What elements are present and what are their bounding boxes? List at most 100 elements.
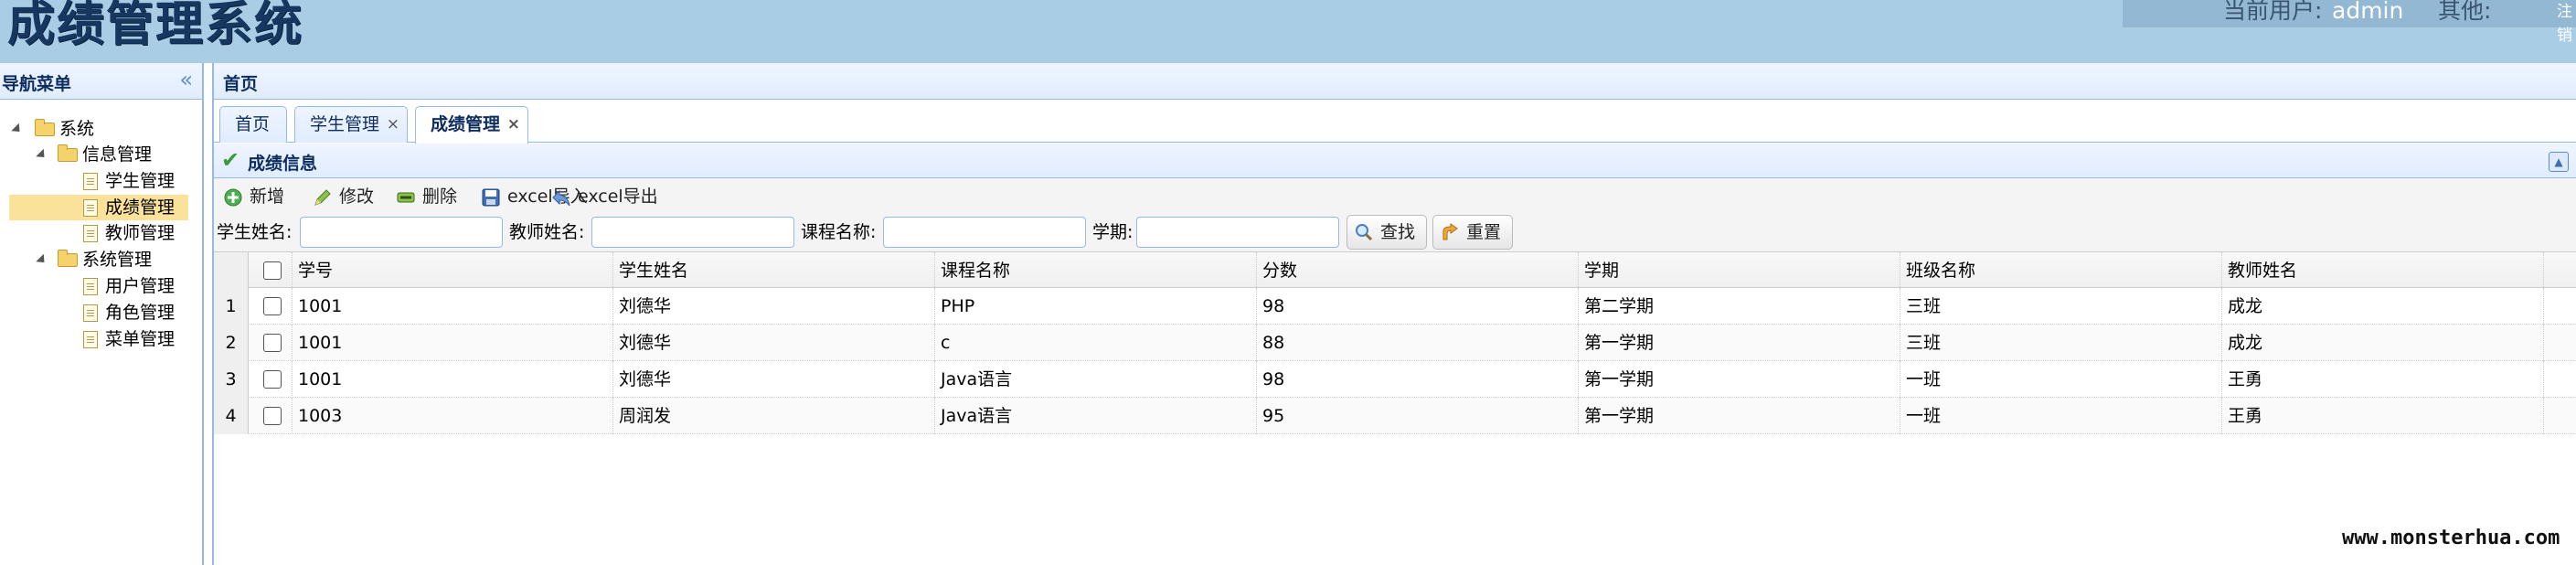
expand-triangle-icon[interactable] bbox=[36, 148, 48, 162]
tree-node-label: 菜单管理 bbox=[105, 329, 176, 349]
tab-student-management[interactable]: 学生管理 × bbox=[294, 106, 408, 143]
add-icon bbox=[224, 188, 242, 207]
table-cell: 成龙 bbox=[2222, 325, 2544, 361]
table-cell: 第一学期 bbox=[1579, 325, 1900, 361]
excel-export-label: excel导出 bbox=[578, 187, 658, 207]
tree-node-system[interactable]: 系统 bbox=[0, 116, 201, 142]
delete-button-label: 删除 bbox=[422, 187, 458, 207]
tree-node-label: 学生管理 bbox=[105, 171, 176, 191]
column-header[interactable]: 班级名称 bbox=[1900, 252, 2222, 289]
tree-node-user-management[interactable]: 用户管理 bbox=[0, 273, 201, 299]
current-user-label: 当前用户: bbox=[2223, 0, 2323, 24]
table-cell: 95 bbox=[1257, 398, 1579, 434]
grid-header-row: 学号 学生姓名 课程名称 分数 学期 班级名称 教师姓名 bbox=[214, 251, 2576, 289]
table-cell: 一班 bbox=[1900, 361, 2222, 398]
tab-content: ✔ 成绩信息 ▲ 新增 修改 删除 excel导入 excel导出 学生姓名: … bbox=[214, 144, 2576, 565]
file-icon bbox=[83, 304, 98, 322]
table-cell: 第一学期 bbox=[1579, 361, 1900, 398]
edit-button-label: 修改 bbox=[339, 187, 375, 207]
course-name-input[interactable] bbox=[883, 217, 1086, 248]
edit-button[interactable]: 修改 bbox=[313, 185, 382, 208]
tree-node-teacher-management[interactable]: 教师管理 bbox=[0, 220, 201, 246]
table-cell: Java语言 bbox=[935, 398, 1257, 434]
tree-node-label: 成绩管理 bbox=[105, 197, 176, 218]
teacher-name-input[interactable] bbox=[591, 217, 794, 248]
table-cell: 周润发 bbox=[613, 398, 935, 434]
table-cell: 三班 bbox=[1900, 288, 2222, 325]
close-icon[interactable]: × bbox=[507, 107, 520, 142]
table-cell: 第一学期 bbox=[1579, 398, 1900, 434]
file-icon bbox=[83, 278, 98, 295]
tab-home[interactable]: 首页 bbox=[219, 106, 287, 143]
row-checkbox[interactable] bbox=[263, 407, 282, 425]
tree-node-label: 系统管理 bbox=[82, 250, 153, 270]
row-number: 2 bbox=[214, 325, 249, 361]
tree-node-role-management[interactable]: 角色管理 bbox=[0, 300, 201, 325]
tree-node-info-management[interactable]: 信息管理 bbox=[0, 142, 201, 167]
table-cell: 98 bbox=[1257, 361, 1579, 398]
table-cell: 98 bbox=[1257, 288, 1579, 325]
student-name-label: 学生姓名: bbox=[217, 222, 293, 242]
main-panel-title: 首页 bbox=[223, 74, 259, 94]
tab-label: 首页 bbox=[235, 114, 271, 134]
term-input[interactable] bbox=[1136, 217, 1339, 248]
minus-icon bbox=[397, 192, 415, 203]
column-header[interactable]: 学期 bbox=[1579, 252, 1900, 289]
table-row[interactable]: 1 1001 刘德华 PHP 98 第二学期 三班 成龙 bbox=[214, 288, 2576, 325]
course-name-label: 课程名称: bbox=[801, 222, 877, 242]
table-cell: 刘德华 bbox=[613, 288, 935, 325]
delete-button[interactable]: 删除 bbox=[396, 185, 465, 208]
table-cell: 一班 bbox=[1900, 398, 2222, 434]
table-cell: 1001 bbox=[292, 288, 613, 325]
student-name-input[interactable] bbox=[300, 217, 503, 248]
tree-node-system-management[interactable]: 系统管理 bbox=[0, 247, 201, 272]
table-cell: 88 bbox=[1257, 325, 1579, 361]
search-button-label: 查找 bbox=[1380, 222, 1416, 242]
folder-icon bbox=[35, 119, 55, 136]
tree-node-label: 信息管理 bbox=[82, 144, 153, 165]
row-checkbox[interactable] bbox=[263, 297, 282, 315]
search-button[interactable]: 查找 bbox=[1347, 215, 1427, 250]
select-all-checkbox[interactable] bbox=[263, 261, 282, 280]
file-icon bbox=[83, 225, 98, 242]
add-button-label: 新增 bbox=[250, 187, 285, 207]
table-row[interactable]: 4 1003 周润发 Java语言 95 第一学期 一班 王勇 bbox=[214, 398, 2576, 434]
expand-triangle-icon[interactable] bbox=[11, 123, 24, 136]
folder-icon bbox=[58, 144, 78, 162]
row-checkbox[interactable] bbox=[263, 334, 282, 352]
table-cell: 1001 bbox=[292, 361, 613, 398]
collapse-icon[interactable]: « bbox=[179, 67, 193, 92]
table-cell: PHP bbox=[935, 288, 1257, 325]
row-checkbox[interactable] bbox=[263, 370, 282, 389]
column-header[interactable]: 分数 bbox=[1257, 252, 1579, 289]
tree-node-menu-management[interactable]: 菜单管理 bbox=[0, 326, 201, 352]
table-row[interactable]: 2 1001 刘德华 c 88 第一学期 三班 成龙 bbox=[214, 325, 2576, 361]
tree-node-student-management[interactable]: 学生管理 bbox=[0, 168, 201, 194]
tree-node-label: 用户管理 bbox=[105, 276, 176, 296]
main-panel: 首页 首页 学生管理 × 成绩管理 × ✔ 成绩信息 ▲ 新增 修改 删除 ex… bbox=[212, 63, 2576, 565]
table-cell: 刘德华 bbox=[613, 361, 935, 398]
expand-triangle-icon[interactable] bbox=[36, 253, 48, 267]
collapse-up-icon[interactable]: ▲ bbox=[2549, 152, 2569, 172]
tab-score-management[interactable]: 成绩管理 × bbox=[415, 106, 528, 144]
file-icon bbox=[83, 173, 98, 190]
column-header[interactable]: 课程名称 bbox=[935, 252, 1257, 289]
excel-export-button[interactable]: excel导出 bbox=[551, 185, 661, 208]
watermark: www.monsterhua.com bbox=[2342, 527, 2560, 549]
checkmark-icon: ✔ bbox=[221, 147, 240, 173]
reset-button[interactable]: 重置 bbox=[1432, 215, 1513, 250]
tab-label: 学生管理 bbox=[310, 114, 380, 134]
table-cell: 成龙 bbox=[2222, 288, 2544, 325]
add-button[interactable]: 新增 bbox=[223, 185, 293, 208]
undo-arrow-icon bbox=[552, 189, 570, 207]
column-header[interactable]: 学生姓名 bbox=[613, 252, 935, 289]
table-row[interactable]: 3 1001 刘德华 Java语言 98 第一学期 一班 王勇 bbox=[214, 361, 2576, 398]
section-header: ✔ 成绩信息 ▲ bbox=[214, 144, 2576, 178]
teacher-name-label: 教师姓名: bbox=[509, 222, 585, 242]
column-header[interactable]: 教师姓名 bbox=[2222, 252, 2544, 289]
file-icon bbox=[83, 331, 98, 348]
logout-link[interactable]: 注销 bbox=[2557, 0, 2576, 48]
tree-node-score-management[interactable]: 成绩管理 bbox=[9, 195, 188, 220]
column-header[interactable]: 学号 bbox=[292, 252, 613, 289]
close-icon[interactable]: × bbox=[387, 107, 399, 142]
